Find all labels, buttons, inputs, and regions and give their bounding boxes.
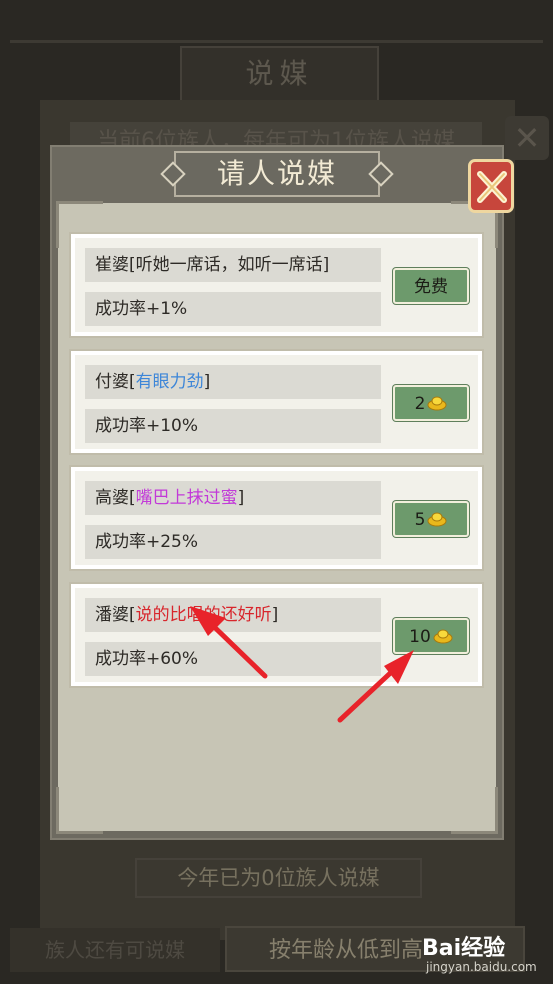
arrow-to-quote	[190, 606, 268, 679]
watermark: Bai经验 jingyan.baidu.com	[420, 926, 550, 976]
arrow-to-price	[337, 650, 414, 723]
watermark-site: jingyan.baidu.com	[426, 960, 537, 974]
watermark-logo: Bai经验	[422, 936, 506, 961]
annotation-arrows	[190, 606, 414, 723]
